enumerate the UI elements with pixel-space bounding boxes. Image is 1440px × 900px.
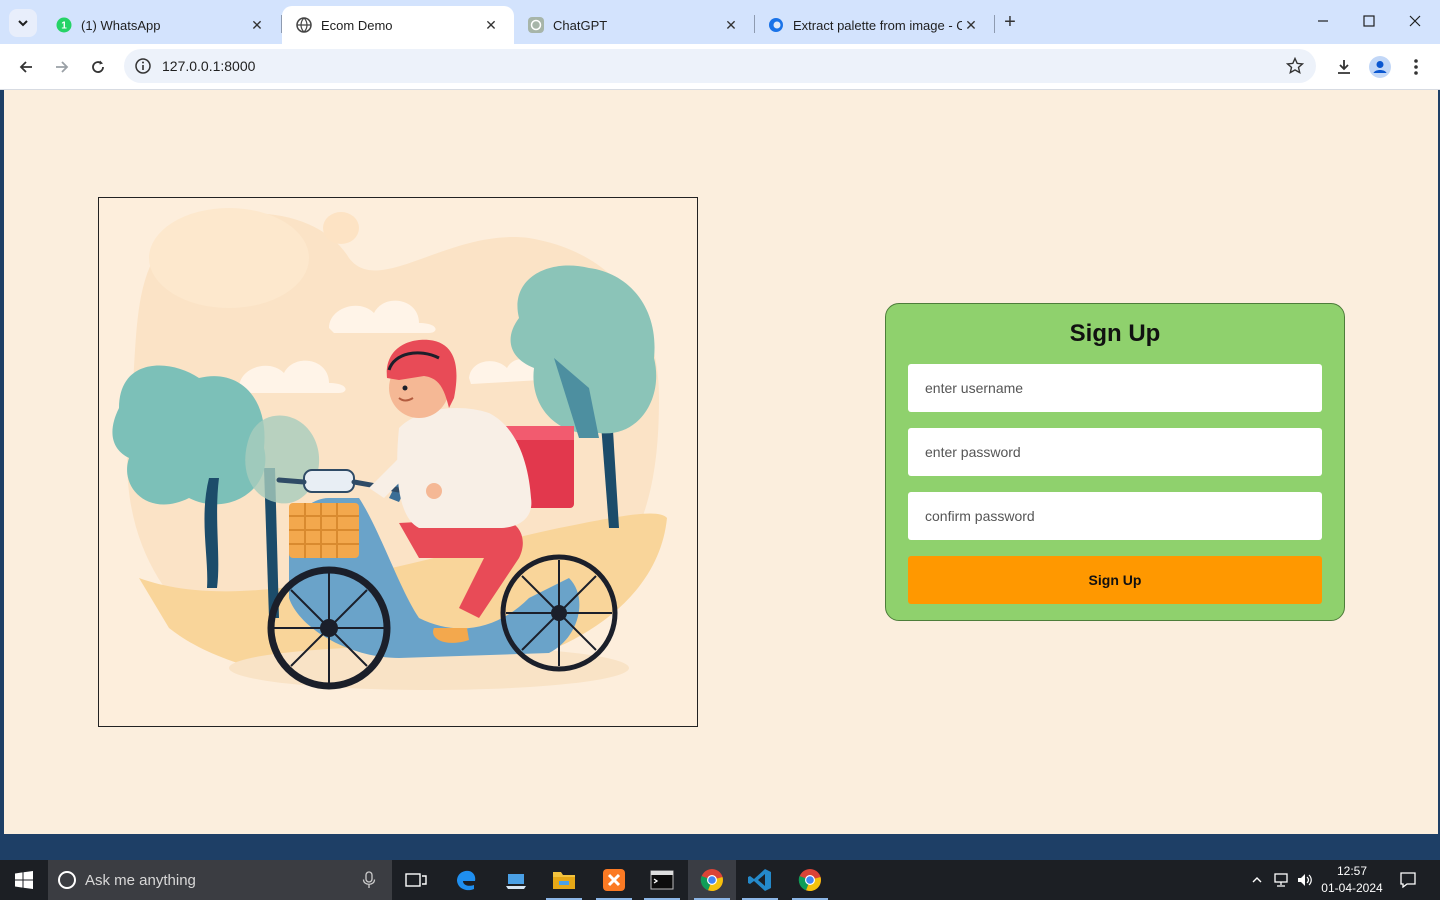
taskbar-xampp[interactable] (590, 860, 638, 900)
profile-button[interactable] (1366, 53, 1394, 81)
tab-chatgpt[interactable]: ChatGPT ✕ (514, 6, 754, 44)
taskbar-network-tool[interactable] (492, 860, 540, 900)
scooter-delivery-image (99, 198, 697, 726)
tab-whatsapp[interactable]: 1 (1) WhatsApp ✕ (42, 6, 280, 44)
show-hidden-icons-button[interactable] (1246, 860, 1268, 900)
bookmark-star-icon[interactable] (1286, 57, 1304, 75)
system-clock[interactable]: 12:57 01-04-2024 (1318, 863, 1386, 897)
task-view-icon (405, 873, 427, 887)
info-icon[interactable] (134, 57, 152, 75)
tab-title: Ecom Demo (321, 17, 393, 33)
search-placeholder: Ask me anything (85, 871, 196, 889)
vscode-icon (748, 869, 771, 891)
new-tab-button[interactable]: + (998, 10, 1022, 34)
close-icon[interactable]: ✕ (248, 17, 266, 34)
download-icon (1338, 60, 1350, 74)
taskbar-edge[interactable] (442, 860, 490, 900)
menu-button[interactable] (1402, 53, 1430, 81)
browser-window: 1 (1) WhatsApp ✕ Ecom Demo ✕ ChatGPT ✕ E… (0, 0, 1440, 90)
microphone-icon[interactable] (360, 871, 378, 889)
tab-title: (1) WhatsApp (81, 17, 161, 33)
confirm-password-input[interactable] (908, 492, 1322, 540)
taskbar-file-explorer[interactable] (540, 860, 588, 900)
tab-ecom-demo[interactable]: Ecom Demo ✕ (282, 6, 514, 44)
minimize-button[interactable] (1300, 8, 1346, 36)
task-view-button[interactable] (392, 860, 440, 900)
forward-button[interactable] (48, 53, 76, 81)
signup-button[interactable]: Sign Up (908, 556, 1322, 604)
openai-icon (528, 17, 544, 33)
maximize-icon (1363, 15, 1375, 27)
page-viewport: Sign Up Sign Up (4, 90, 1438, 834)
terminal-icon (650, 870, 674, 890)
tab-title: Extract palette from image - Co (793, 17, 962, 33)
chevron-down-icon (18, 20, 28, 27)
folder-icon (553, 872, 575, 889)
close-icon[interactable]: ✕ (962, 17, 980, 34)
tab-strip: 1 (1) WhatsApp ✕ Ecom Demo ✕ ChatGPT ✕ E… (0, 0, 1440, 44)
taskbar-vscode[interactable] (736, 860, 784, 900)
globe-icon (296, 17, 312, 33)
back-button[interactable] (12, 53, 40, 81)
edge-icon (457, 870, 476, 891)
cortana-icon (58, 871, 76, 889)
taskbar-search[interactable]: Ask me anything (48, 860, 392, 900)
taskbar-chrome[interactable] (786, 860, 834, 900)
windows-logo-icon (15, 871, 33, 889)
password-input[interactable] (908, 428, 1322, 476)
xampp-icon (603, 869, 625, 891)
close-icon[interactable]: ✕ (482, 17, 500, 34)
action-center-button[interactable] (1396, 860, 1420, 900)
downloads-button[interactable] (1330, 53, 1358, 81)
arrow-right-icon (56, 61, 69, 73)
whatsapp-icon: 1 (56, 17, 72, 33)
signup-card: Sign Up Sign Up (885, 303, 1345, 621)
address-bar[interactable]: 127.0.0.1:8000 (124, 49, 1316, 83)
username-input[interactable] (908, 364, 1322, 412)
windows-taskbar: Ask me anything 12:57 01-04-2024 (0, 860, 1440, 900)
desktop-background (0, 834, 1440, 860)
chrome-icon (700, 869, 723, 892)
tab-search-button[interactable] (9, 9, 37, 37)
network-app-icon (506, 874, 526, 889)
signup-title: Sign Up (1069, 320, 1161, 347)
maximize-button[interactable] (1346, 8, 1392, 36)
arrow-left-icon (19, 61, 32, 73)
notification-icon (1400, 872, 1416, 888)
browser-toolbar: 127.0.0.1:8000 (0, 44, 1440, 90)
close-icon[interactable]: ✕ (722, 17, 740, 34)
network-icon (1274, 873, 1288, 887)
reload-button[interactable] (84, 53, 112, 81)
close-window-button[interactable] (1392, 8, 1438, 36)
tab-badge-count: 1 (61, 21, 67, 32)
network-status[interactable] (1270, 860, 1292, 900)
taskbar-chrome-active[interactable] (688, 860, 736, 900)
minimize-icon (1318, 20, 1328, 22)
more-vertical-icon (1414, 59, 1418, 75)
reload-icon (92, 60, 104, 73)
delivery-illustration (98, 197, 698, 727)
start-button[interactable] (0, 860, 48, 900)
chrome-icon (798, 869, 821, 892)
coolors-icon (768, 17, 784, 33)
clock-time: 12:57 (1336, 864, 1368, 878)
tab-divider (994, 15, 995, 33)
volume-control[interactable] (1294, 860, 1316, 900)
avatar-icon (1369, 56, 1391, 78)
tab-title: ChatGPT (553, 17, 608, 33)
speaker-icon (1298, 874, 1312, 886)
tab-extract-palette[interactable]: Extract palette from image - Co ✕ (754, 6, 994, 44)
chevron-up-icon (1252, 877, 1262, 883)
clock-date: 01-04-2024 (1321, 881, 1383, 895)
taskbar-terminal[interactable] (638, 860, 686, 900)
close-icon (1409, 15, 1421, 27)
address-url[interactable]: 127.0.0.1:8000 (162, 58, 255, 74)
